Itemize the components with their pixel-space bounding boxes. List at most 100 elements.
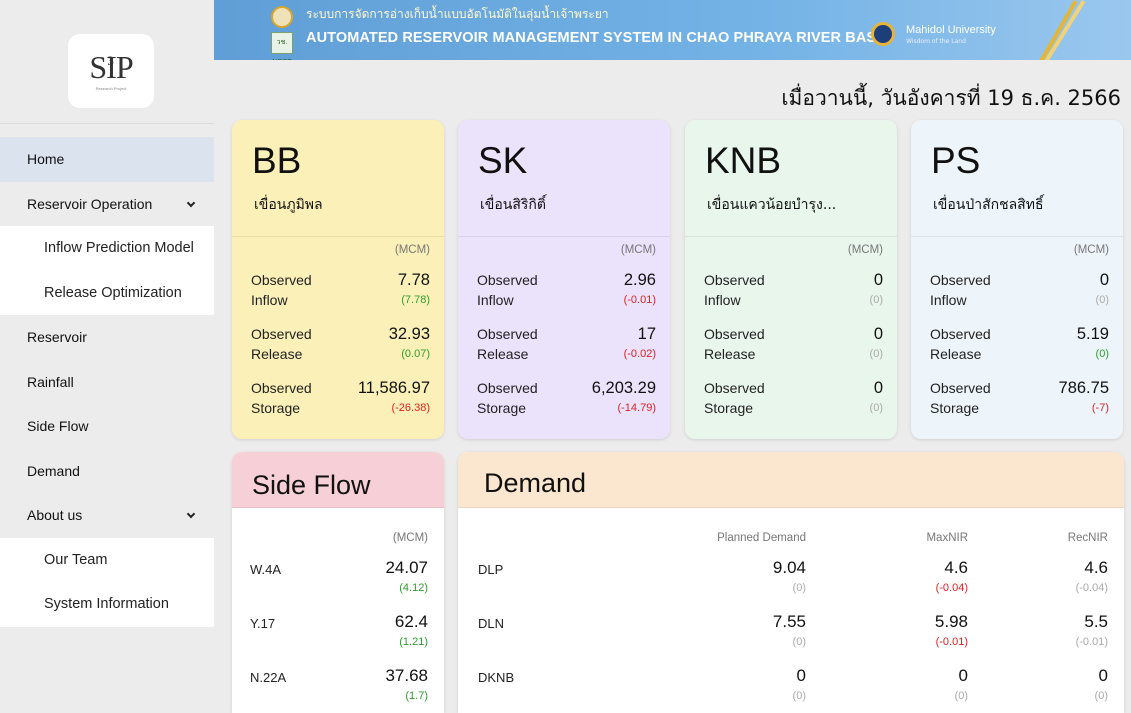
side-flow-row: Y.17 62.4 (1.21): [250, 610, 428, 660]
sidebar-item-label: Our Team: [44, 551, 108, 568]
sidebar-item-reservoir-operation[interactable]: Reservoir Operation: [0, 182, 214, 227]
metric-label: Observed Storage: [477, 380, 538, 416]
reservoir-code[interactable]: PS: [931, 142, 980, 179]
chevron-down-icon[interactable]: [186, 509, 196, 519]
metric-label: Observed Storage: [251, 380, 312, 416]
sidebar-item-demand[interactable]: Demand: [0, 449, 214, 494]
demand-column-header: MaxNIR: [926, 532, 968, 544]
banner-title-thai: ระบบการจัดการอ่างเก็บน้ำแบบอัตโนมัติในลุ…: [306, 7, 609, 21]
side-flow-row: N.22A 37.68 (1.7): [250, 664, 428, 713]
logo-area: SIP 3 Research Project: [0, 0, 214, 124]
demand-value: 0: [1098, 666, 1108, 685]
reservoir-name: เขื่อนสิริกิติ์: [480, 197, 546, 213]
demand-column-header: Planned Demand: [717, 532, 806, 544]
demand-value: 0: [958, 666, 968, 685]
reservoir-card-ps: PS เขื่อนป่าสักชลสิทธิ์ (MCM) Observed Infl…: [911, 120, 1123, 439]
metric-change: (0): [1095, 294, 1109, 306]
metric-label: Observed Inflow: [704, 272, 765, 308]
sidebar-item-label: System Information: [44, 596, 169, 613]
demand-row: DKNB 0 (0) 0 (0) 0 (0): [458, 664, 1124, 713]
station-change: (1.7): [405, 690, 428, 702]
metric-label: Observed Release: [930, 326, 991, 362]
chevron-down-icon[interactable]: [186, 198, 196, 207]
reservoir-code[interactable]: KNB: [705, 142, 781, 179]
reservoir-code[interactable]: BB: [252, 142, 301, 179]
demand-value: 0: [796, 666, 806, 685]
demand-title[interactable]: Demand: [484, 468, 586, 499]
sidebar: SIP 3 Research Project Home Reservoir Oper…: [0, 0, 214, 713]
metric-change: (7.78): [401, 294, 430, 306]
sidebar-item-label: Rainfall: [27, 373, 74, 390]
metric-value: 5.19: [1076, 325, 1109, 343]
demand-column-header: RecNIR: [1067, 532, 1108, 544]
metric-change: (0): [1095, 348, 1109, 360]
sidebar-item-our-team[interactable]: Our Team: [0, 537, 214, 582]
decorative-stripe: [1034, 0, 1078, 60]
reservoir-name: เขื่อนป่าสักชลสิทธิ์: [933, 197, 1044, 213]
metric-label: Observed Inflow: [251, 272, 312, 308]
side-flow-card: Side Flow (MCM) W.4A 24.07 (4.12) Y.17 62.4 (…: [232, 452, 444, 713]
university-name: Mahidol University: [906, 24, 996, 36]
demand-row: DLP 9.04 (0) 4.6 (-0.04) 4.6 (-0.04): [458, 556, 1124, 606]
royal-seal-icon: [271, 6, 293, 28]
sidebar-item-label: Inflow Prediction Model: [44, 240, 194, 257]
site-logo[interactable]: SIP 3 Research Project: [68, 34, 154, 108]
sidebar-item-label: About us: [27, 507, 83, 524]
metric-value: 0: [873, 379, 883, 397]
metric-row: Observed Release 17 (-0.02): [477, 324, 656, 368]
sidebar-item-system-information[interactable]: System Information: [0, 582, 214, 627]
metric-value: 786.75: [1058, 379, 1109, 397]
sidebar-item-label: Side Flow: [27, 418, 89, 435]
sidebar-item-label: Reservoir Operation: [27, 195, 153, 212]
demand-change: (0): [954, 690, 968, 702]
demand-name: DKNB: [478, 670, 515, 685]
demand-change: (-0.04): [935, 582, 968, 594]
sidebar-item-reservoir[interactable]: Reservoir: [0, 315, 214, 360]
mahidol-seal-icon: [871, 22, 895, 46]
metric-value: 17: [637, 325, 656, 343]
metric-change: (0): [869, 294, 883, 306]
reservoir-card-bb: BB เขื่อนภูมิพล (MCM) Observed Inflow 7.78 (7…: [232, 120, 444, 439]
station-value: 24.07: [385, 558, 428, 577]
unit-label: (MCM): [392, 532, 428, 544]
university-motto: Wisdom of the Land: [906, 38, 966, 45]
metric-row: Observed Release 32.93 (0.07): [251, 324, 430, 368]
sidebar-item-rainfall[interactable]: Rainfall: [0, 360, 214, 405]
station-value: 37.68: [385, 666, 428, 685]
metric-row: Observed Inflow 7.78 (7.78): [251, 270, 430, 314]
unit-label: (MCM): [1073, 244, 1109, 256]
side-flow-title[interactable]: Side Flow: [252, 470, 371, 501]
divider: [458, 236, 670, 237]
demand-change: (-0.01): [935, 636, 968, 648]
demand-name: DLN: [478, 616, 505, 631]
sidebar-item-about-us[interactable]: About us: [0, 493, 214, 538]
demand-value: 4.6: [944, 558, 968, 577]
station-change: (4.12): [399, 582, 428, 594]
metric-label: Observed Release: [251, 326, 312, 362]
metric-change: (-7): [1091, 402, 1109, 414]
metric-value: 0: [873, 271, 883, 289]
demand-change: (-0.01): [1075, 636, 1108, 648]
demand-change: (0): [792, 582, 806, 594]
metric-change: (-0.01): [623, 294, 656, 306]
metric-change: (0): [869, 402, 883, 414]
sidebar-item-release-optimization[interactable]: Release Optimization: [0, 270, 214, 315]
demand-value: 5.5: [1084, 612, 1108, 631]
sidebar-item-inflow-prediction-model[interactable]: Inflow Prediction Model: [0, 226, 214, 271]
demand-change: (0): [792, 690, 806, 702]
station-name: Y.17: [250, 616, 276, 631]
demand-row: DLN 7.55 (0) 5.98 (-0.01) 5.5 (-0.01): [458, 610, 1124, 660]
sidebar-item-side-flow[interactable]: Side Flow: [0, 404, 214, 449]
metric-row: Observed Inflow 2.96 (-0.01): [477, 270, 656, 314]
metric-row: Observed Storage 786.75 (-7): [930, 378, 1109, 422]
unit-label: (MCM): [620, 244, 656, 256]
reservoir-code[interactable]: SK: [478, 142, 527, 179]
sidebar-item-label: Demand: [27, 462, 80, 479]
metric-row: Observed Inflow 0 (0): [930, 270, 1109, 314]
metric-change: (-26.38): [391, 402, 430, 414]
metric-value: 0: [873, 325, 883, 343]
date-label: เมื่อวานนี้, วันอังคารที่ 19 ธ.ค. 2566: [781, 86, 1121, 110]
banner-title-english: AUTOMATED RESERVOIR MANAGEMENT SYSTEM IN…: [306, 30, 891, 46]
sidebar-item-home[interactable]: Home: [0, 137, 214, 182]
demand-change: (0): [792, 636, 806, 648]
